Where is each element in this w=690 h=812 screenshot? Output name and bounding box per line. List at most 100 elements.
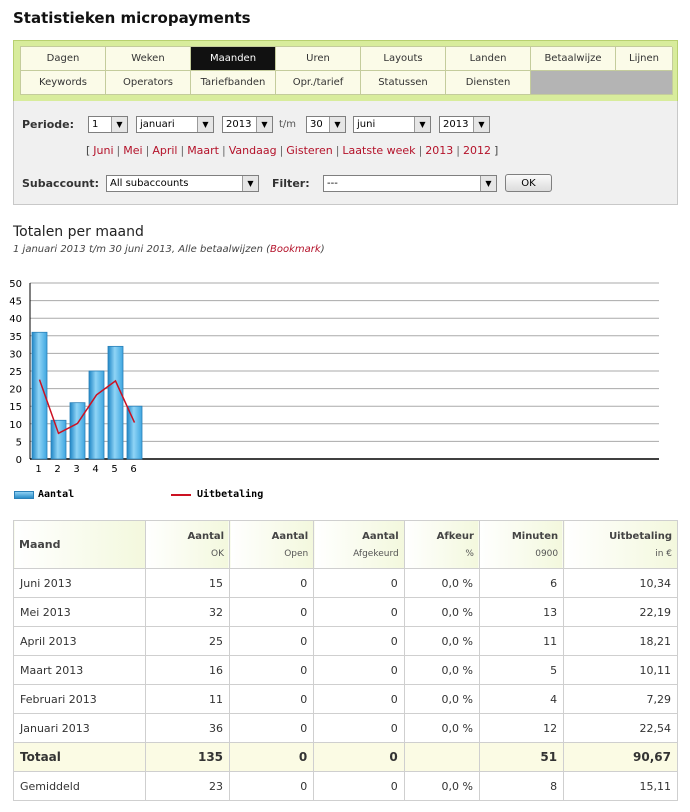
y-tick-label: 35 xyxy=(9,332,22,343)
table-cell: 0 xyxy=(229,684,315,714)
to-day-value: 30 xyxy=(310,119,323,130)
tm-label: t/m xyxy=(279,119,297,130)
table-cell: 6 xyxy=(478,568,565,598)
quick-separator: | xyxy=(456,144,460,157)
quick-separator: | xyxy=(335,144,340,157)
col-header-label: Maand xyxy=(19,538,61,551)
chevron-down-icon: ▼ xyxy=(197,117,213,132)
chevron-down-icon: ▼ xyxy=(480,176,496,191)
col-header: Aantal Open xyxy=(229,520,315,569)
y-tick-label: 30 xyxy=(9,349,22,360)
row-label: Januari 2013 xyxy=(13,713,146,743)
chevron-down-icon: ▼ xyxy=(414,117,430,132)
legend-aantal-label: Aantal xyxy=(38,489,75,500)
bar-aantal xyxy=(126,405,143,460)
table-cell: 36 xyxy=(144,713,231,743)
quick-close-bracket: ] xyxy=(494,144,499,157)
table-cell: 51 xyxy=(478,742,565,772)
chevron-down-icon: ▼ xyxy=(256,117,272,132)
tab-landen[interactable]: Landen xyxy=(446,47,531,71)
to-year-value: 2013 xyxy=(443,119,469,130)
quick-open-bracket: [ xyxy=(86,144,91,157)
filter-value: --- xyxy=(327,178,338,189)
y-tick-label: 40 xyxy=(9,314,22,325)
x-tick-label: 5 xyxy=(111,464,117,475)
row-label: Mei 2013 xyxy=(13,597,146,627)
table-cell xyxy=(403,742,480,772)
tab-uren[interactable]: Uren xyxy=(276,47,361,71)
quick-link-april[interactable]: April xyxy=(152,144,177,157)
bookmark-link[interactable]: Bookmark xyxy=(270,244,321,255)
bar-aantal xyxy=(107,345,124,460)
quick-link-gisteren[interactable]: Gisteren xyxy=(286,144,332,157)
quick-period-links: [Juni | Mei | April | Maart | Vandaag | Gisteren | L… xyxy=(86,144,498,157)
tab-maanden[interactable]: Maanden xyxy=(191,47,276,71)
col-header: Uitbetaling in € xyxy=(563,520,678,569)
to-day-select[interactable]: 30 ▼ xyxy=(306,116,346,133)
row-label: Gemiddeld xyxy=(13,771,146,801)
table-cell: 0 xyxy=(229,597,315,627)
ok-button[interactable]: OK xyxy=(505,174,552,192)
table-cell: 23 xyxy=(144,771,231,801)
table-cell: 8 xyxy=(478,771,565,801)
bookmark-close: ) xyxy=(320,244,325,255)
table-row: April 2013 25 0 0 0,0 % 11 18,21 xyxy=(13,626,678,656)
tab-dagen[interactable]: Dagen xyxy=(21,47,106,71)
filter-select[interactable]: --- ▼ xyxy=(323,175,497,192)
tab-statussen[interactable]: Statussen xyxy=(361,71,446,95)
tab-lijnen[interactable]: Lijnen xyxy=(616,47,673,71)
tab-tariefbanden[interactable]: Tariefbanden xyxy=(191,71,276,95)
from-month-select[interactable]: januari ▼ xyxy=(136,116,214,133)
tab-weken[interactable]: Weken xyxy=(106,47,191,71)
table-cell: 12 xyxy=(478,713,565,743)
col-header-unit: 0900 xyxy=(535,548,559,559)
to-month-value: juni xyxy=(357,119,376,130)
table-cell: 0 xyxy=(229,742,315,772)
table-row: Juni 2013 15 0 0 0,0 % 6 10,34 xyxy=(13,568,678,598)
table-cell: 15,11 xyxy=(563,771,678,801)
tab-diensten[interactable]: Diensten xyxy=(446,71,531,95)
quick-separator: | xyxy=(145,144,150,157)
tab-filler xyxy=(531,71,673,95)
quick-link-maart[interactable]: Maart xyxy=(187,144,219,157)
tab-betaalwijze[interactable]: Betaalwijze xyxy=(531,47,616,71)
col-header-unit: Open xyxy=(284,548,309,559)
section-subtitle: 1 januari 2013 t/m 30 juni 2013, Alle be… xyxy=(13,244,325,255)
periode-label: Periode: xyxy=(22,118,75,131)
quick-separator: | xyxy=(418,144,423,157)
chevron-down-icon: ▼ xyxy=(242,176,258,191)
table-cell: 22,19 xyxy=(563,597,678,627)
chevron-down-icon: ▼ xyxy=(111,117,127,132)
row-label: Juni 2013 xyxy=(13,568,146,598)
quick-link-2013[interactable]: 2013 xyxy=(425,144,453,157)
section-title: Totalen per maand xyxy=(13,224,144,240)
filter-label: Filter: xyxy=(272,177,310,190)
average-row: Gemiddeld 23 0 0 0,0 % 8 15,11 xyxy=(13,771,678,801)
table-cell: 5 xyxy=(478,655,565,685)
quick-link-2012[interactable]: 2012 xyxy=(463,144,491,157)
col-header-label: Aantal xyxy=(271,530,309,542)
quick-link-vandaag[interactable]: Vandaag xyxy=(229,144,277,157)
tab-opr-tarief[interactable]: Opr./tarief xyxy=(276,71,361,95)
table-row: Maart 2013 16 0 0 0,0 % 5 10,11 xyxy=(13,655,678,685)
table-row: Mei 2013 32 0 0 0,0 % 13 22,19 xyxy=(13,597,678,627)
from-year-select[interactable]: 2013 ▼ xyxy=(222,116,273,133)
tab-keywords[interactable]: Keywords xyxy=(21,71,106,95)
bar-aantal xyxy=(50,419,67,460)
quick-link-laatste-week[interactable]: Laatste week xyxy=(342,144,415,157)
to-month-select[interactable]: juni ▼ xyxy=(353,116,431,133)
table-cell: 15 xyxy=(144,568,231,598)
quick-link-juni[interactable]: Juni xyxy=(93,144,113,157)
subaccount-select[interactable]: All subaccounts ▼ xyxy=(106,175,259,192)
from-day-select[interactable]: 1 ▼ xyxy=(88,116,128,133)
table-cell: 0,0 % xyxy=(403,684,480,714)
table-row: Januari 2013 36 0 0 0,0 % 12 22,54 xyxy=(13,713,678,743)
x-tick-label: 1 xyxy=(35,464,41,475)
table-cell: 22,54 xyxy=(563,713,678,743)
quick-link-mei[interactable]: Mei xyxy=(123,144,142,157)
row-label: Februari 2013 xyxy=(13,684,146,714)
tab-layouts[interactable]: Layouts xyxy=(361,47,446,71)
to-year-select[interactable]: 2013 ▼ xyxy=(439,116,490,133)
table-cell: 0 xyxy=(313,568,405,598)
tab-operators[interactable]: Operators xyxy=(106,71,191,95)
